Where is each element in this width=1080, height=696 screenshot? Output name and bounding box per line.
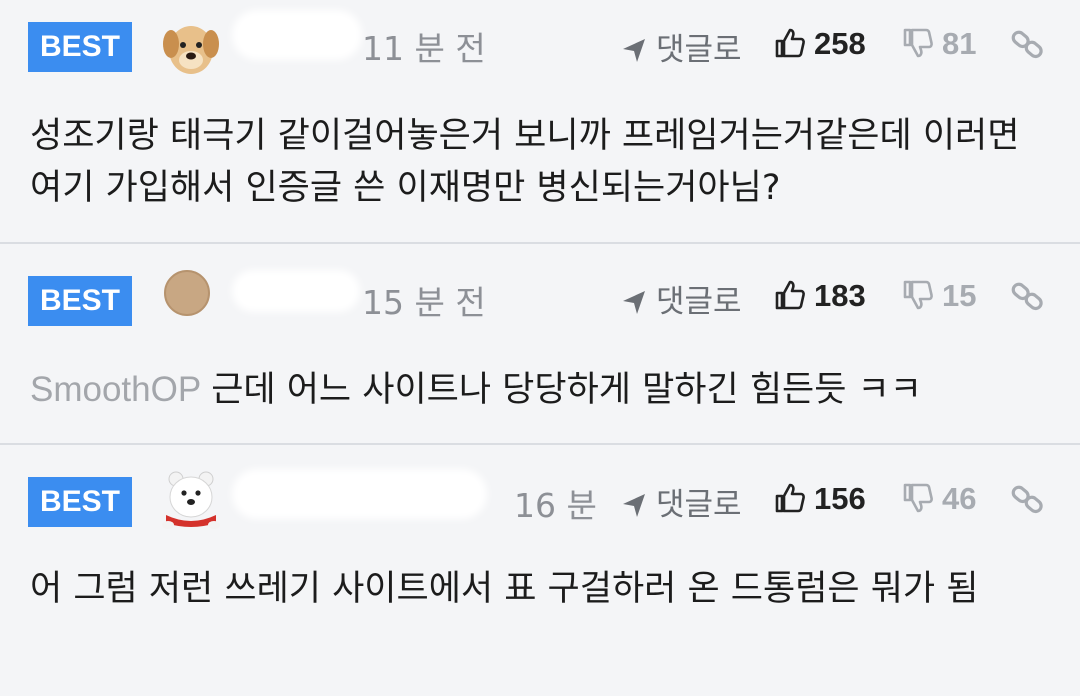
thumbs-down-icon [903, 28, 933, 58]
like-count: 156 [814, 481, 866, 516]
dislike-count: 46 [942, 481, 977, 516]
like-count: 258 [814, 26, 866, 61]
comment-text: 어 그럼 저런 쓰레기 사이트에서 표 구걸하러 온 드통럼은 뭐가 됨 [30, 569, 979, 609]
reply-button[interactable]: 댓글로 [620, 276, 742, 321]
comment-item: BEST 15 분 전 댓글로 183 15 SmoothOP 근데 어느 사이트… [0, 246, 1080, 445]
like-count: 183 [814, 278, 866, 313]
dislike-button[interactable]: 81 [902, 26, 976, 62]
reply-button[interactable]: 댓글로 [620, 479, 742, 524]
comment-meta: BEST 11 분 전 댓글로 258 81 [0, 0, 1080, 90]
best-badge: BEST [28, 22, 132, 72]
like-button[interactable]: 156 [774, 481, 866, 517]
mention-username[interactable]: SmoothOP [30, 370, 201, 409]
link-icon[interactable] [1010, 278, 1046, 314]
reply-arrow-icon [623, 39, 645, 62]
reply-label: 댓글로 [656, 487, 742, 523]
comment-meta: BEST 16 분 댓글로 156 46 [0, 447, 1080, 537]
like-button[interactable]: 258 [774, 26, 866, 62]
comment-meta: BEST 15 분 전 댓글로 183 15 [0, 246, 1080, 336]
dislike-button[interactable]: 46 [902, 481, 976, 517]
nickname-redacted[interactable] [232, 270, 360, 312]
polar-bear-avatar[interactable] [158, 465, 224, 531]
beige-circle-avatar[interactable] [162, 268, 212, 318]
nickname-redacted[interactable] [232, 10, 362, 60]
link-icon[interactable] [1010, 481, 1046, 517]
dislike-count: 15 [942, 278, 977, 313]
comment-time: 16 분 [514, 486, 597, 525]
reply-arrow-icon [623, 494, 645, 517]
comment-item: BEST 16 분 댓글로 156 46 어 그럼 저런 쓰레기 사이트에서 표 [0, 447, 1080, 696]
reply-label: 댓글로 [656, 284, 742, 320]
best-badge: BEST [28, 276, 132, 326]
comment-item: BEST 11 분 전 댓글로 258 81 성조기랑 태극기 같이걸어놓은거 … [0, 0, 1080, 244]
like-button[interactable]: 183 [774, 278, 866, 314]
nickname-redacted[interactable] [232, 469, 487, 519]
thumbs-down-icon [903, 483, 933, 513]
puppy-avatar[interactable] [158, 14, 224, 80]
comment-text: 성조기랑 태극기 같이걸어놓은거 보니까 프레임거는거같은데 이러면 여기 가입… [30, 116, 1020, 208]
comment-time: 15 분 전 [362, 283, 486, 322]
dislike-count: 81 [942, 26, 977, 61]
reply-button[interactable]: 댓글로 [620, 24, 742, 69]
thumbs-up-icon [775, 280, 805, 310]
reply-label: 댓글로 [656, 32, 742, 68]
link-icon[interactable] [1010, 26, 1046, 62]
comment-body: SmoothOP 근데 어느 사이트나 당당하게 말하긴 힘든듯 ㅋㅋ [30, 364, 1060, 416]
thumbs-up-icon [775, 483, 805, 513]
dislike-button[interactable]: 15 [902, 278, 976, 314]
thumbs-up-icon [775, 28, 805, 58]
comment-text: 근데 어느 사이트나 당당하게 말하긴 힘든듯 ㅋㅋ [211, 370, 922, 410]
comment-time: 11 분 전 [362, 29, 486, 68]
reply-arrow-icon [623, 291, 645, 314]
best-badge: BEST [28, 477, 132, 527]
thumbs-down-icon [903, 280, 933, 310]
